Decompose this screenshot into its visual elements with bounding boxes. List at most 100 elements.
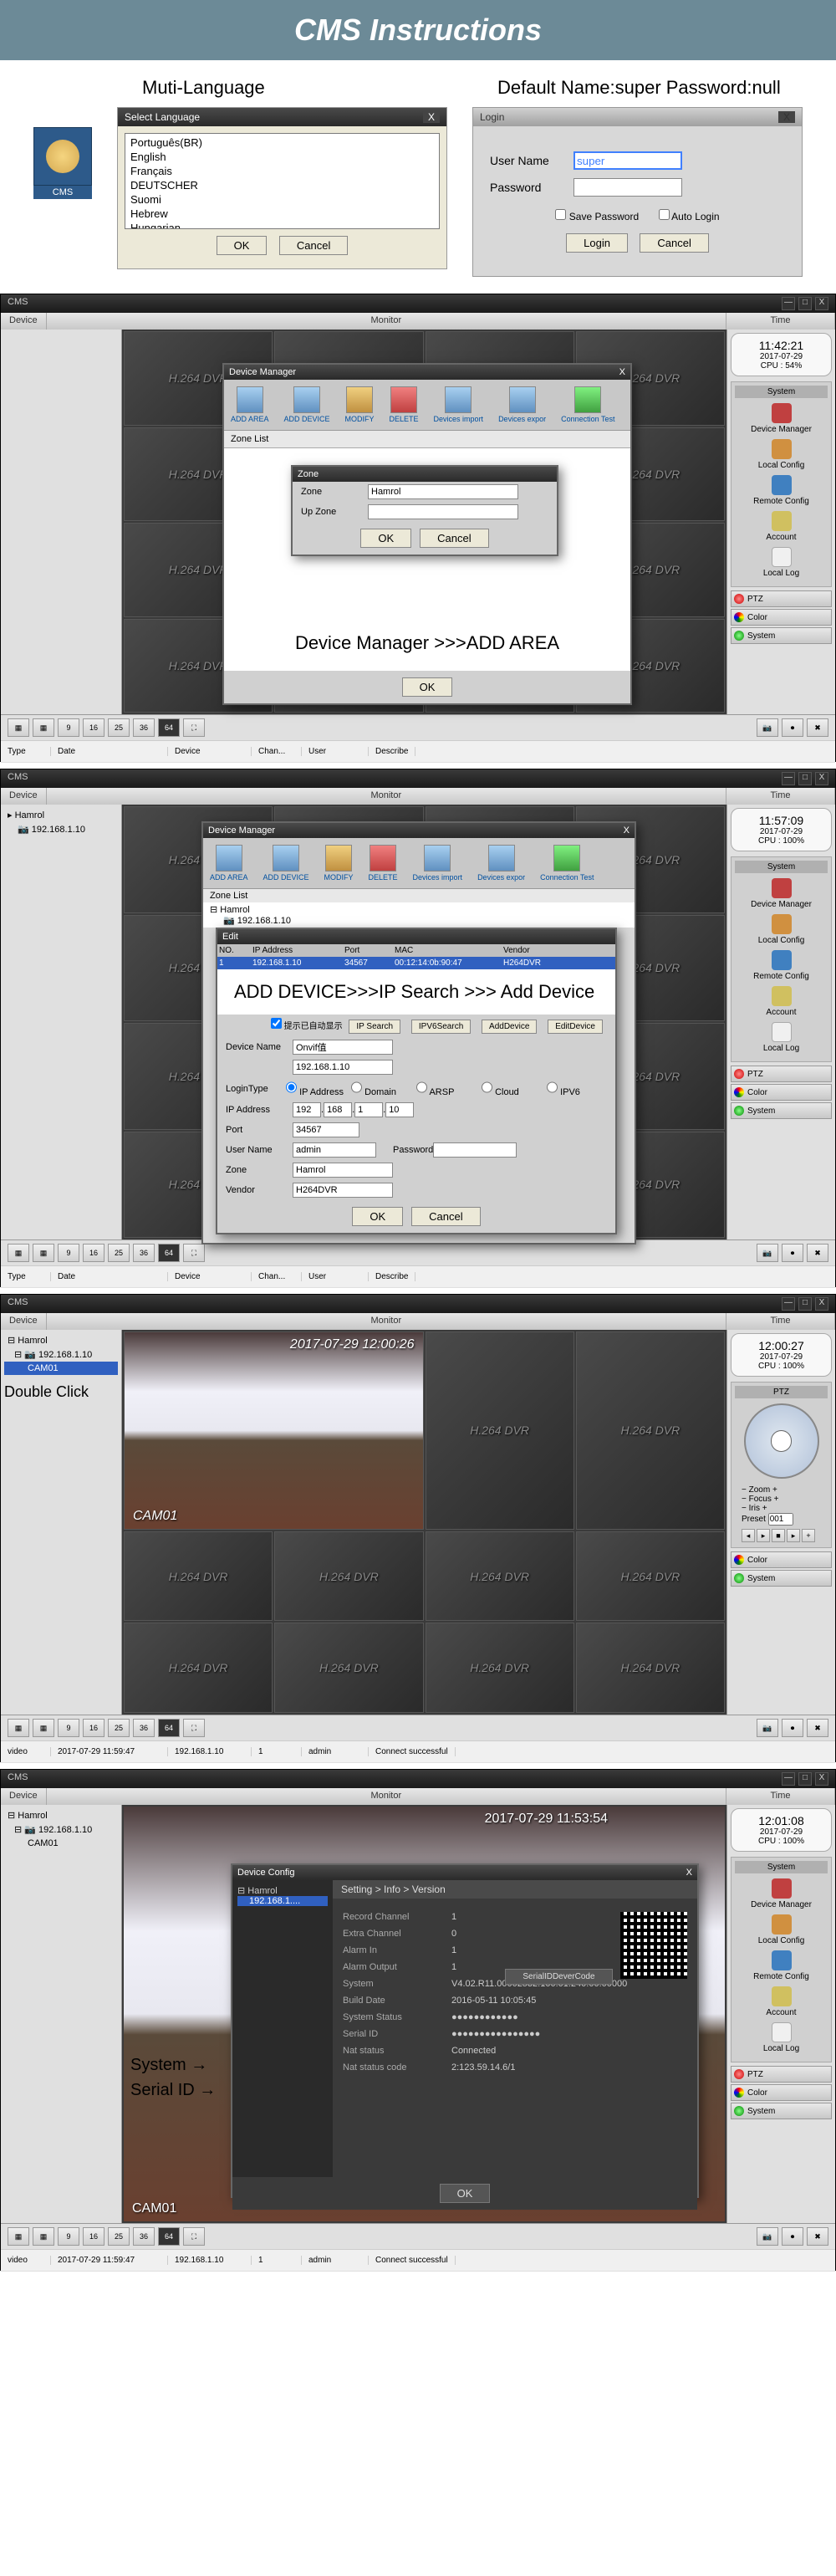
snapshot-icon[interactable]: 📷	[757, 1719, 778, 1737]
record-icon[interactable]: ⏺	[782, 1244, 803, 1262]
device-tree[interactable]: ⊟ Hamrol ⊟ 📷 192.168.1.10 CAM01	[1, 1805, 122, 2223]
tree-camera[interactable]: CAM01	[4, 1837, 118, 1850]
tab-monitor[interactable]: Monitor	[47, 1788, 726, 1805]
lang-option[interactable]: DEUTSCHER	[127, 178, 437, 192]
layout-btn[interactable]: 9	[58, 718, 79, 737]
layout-btn[interactable]: 25	[108, 2227, 130, 2246]
layout-btn[interactable]: 36	[133, 1719, 155, 1737]
lang-option[interactable]: Hebrew	[127, 207, 437, 221]
snapshot-icon[interactable]: 📷	[757, 718, 778, 737]
color-tab[interactable]: Color	[731, 609, 832, 626]
close-icon[interactable]: X	[815, 1772, 828, 1786]
username-input[interactable]	[573, 151, 682, 170]
layout-btn[interactable]: ▦	[8, 718, 29, 737]
ptz-center-icon[interactable]	[771, 1430, 793, 1452]
layout-btn[interactable]: 9	[58, 2227, 79, 2246]
system-tab[interactable]: System	[731, 627, 832, 644]
ok-button[interactable]: OK	[402, 677, 453, 697]
ip-octet[interactable]	[354, 1102, 383, 1117]
ptz-btn[interactable]: ▸	[787, 1529, 800, 1542]
remote-config-link[interactable]: Remote Config	[735, 1950, 828, 1981]
save-password-checkbox[interactable]: Save Password	[555, 211, 639, 222]
maximize-icon[interactable]: □	[798, 772, 812, 785]
import-button[interactable]: Devices import	[413, 845, 463, 882]
cfg-tree-zone[interactable]: Hamrol	[247, 1886, 277, 1896]
radio-ipv6[interactable]: IPV6	[547, 1080, 607, 1097]
local-log-link[interactable]: Local Log	[735, 547, 828, 578]
close-icon[interactable]: X	[778, 111, 795, 123]
pwd-input[interactable]	[433, 1142, 517, 1158]
minimize-icon[interactable]: —	[782, 1297, 795, 1311]
radio-arsp[interactable]: ARSP	[416, 1080, 477, 1097]
device-tree[interactable]: ▸ Hamrol 📷 192.168.1.10	[1, 805, 122, 1239]
close-icon[interactable]: X	[815, 297, 828, 310]
ptz-dpad[interactable]	[744, 1403, 819, 1479]
cfg-tree-device-selected[interactable]: 192.168.1....	[237, 1896, 328, 1906]
layout-btn[interactable]: ▦	[33, 1244, 54, 1262]
lang-option[interactable]: Português(BR)	[127, 135, 437, 150]
video-cell[interactable]: H.264 DVR	[124, 1623, 273, 1713]
fullscreen-icon[interactable]: ⛶	[183, 1719, 205, 1737]
radio-cloud[interactable]: Cloud	[482, 1080, 542, 1097]
video-cell[interactable]: H.264 DVR	[426, 1531, 574, 1622]
maximize-icon[interactable]: □	[798, 297, 812, 310]
stop-icon[interactable]: ✖	[807, 718, 828, 737]
language-list[interactable]: Português(BR) English Français DEUTSCHER…	[125, 133, 440, 229]
close-icon[interactable]: X	[815, 1297, 828, 1311]
local-config-link[interactable]: Local Config	[735, 914, 828, 945]
vendor-select[interactable]	[293, 1183, 393, 1198]
add-area-button[interactable]: ADD AREA	[210, 845, 248, 882]
account-link[interactable]: Account	[735, 511, 828, 542]
color-tab[interactable]: Color	[731, 1551, 832, 1568]
close-icon[interactable]: X	[686, 1868, 692, 1878]
minimize-icon[interactable]: —	[782, 1772, 795, 1786]
record-icon[interactable]: ⏺	[782, 718, 803, 737]
tab-device[interactable]: Device	[1, 788, 47, 805]
export-button[interactable]: Devices expor	[498, 386, 546, 423]
tree-device[interactable]: 192.168.1.10	[38, 1350, 92, 1360]
preset-input[interactable]	[768, 1513, 793, 1526]
layout-btn[interactable]: ▦	[8, 1244, 29, 1262]
zoom-control[interactable]: − Zoom +	[742, 1485, 821, 1495]
color-tab[interactable]: Color	[731, 1084, 832, 1101]
color-tab[interactable]: Color	[731, 2084, 832, 2101]
remote-config-link[interactable]: Remote Config	[735, 475, 828, 506]
layout-btn[interactable]: 9	[58, 1244, 79, 1262]
ptz-btn[interactable]: ◂	[742, 1529, 755, 1542]
layout-btn[interactable]: 25	[108, 1244, 130, 1262]
device-manager-link[interactable]: Device Manager	[735, 403, 828, 434]
layout-btn[interactable]: 36	[133, 1244, 155, 1262]
ptz-btn[interactable]: ▸	[757, 1529, 770, 1542]
layout-btn[interactable]: 16	[83, 1719, 104, 1737]
layout-btn[interactable]: 25	[108, 1719, 130, 1737]
local-config-link[interactable]: Local Config	[735, 1914, 828, 1945]
video-cell[interactable]: H.264 DVR	[274, 1531, 423, 1622]
password-input[interactable]	[573, 178, 682, 197]
delete-button[interactable]: DELETE	[390, 386, 419, 423]
layout-btn-active[interactable]: 64	[158, 2227, 180, 2246]
zone-select[interactable]	[293, 1163, 393, 1178]
ptz-tab[interactable]: PTZ	[731, 1066, 832, 1082]
device-row[interactable]: 1192.168.1.103456700:12:14:0b:90:47H264D…	[217, 957, 615, 969]
tree-device[interactable]: 192.168.1.10	[38, 1825, 92, 1835]
import-button[interactable]: Devices import	[434, 386, 484, 423]
delete-button[interactable]: DELETE	[369, 845, 398, 882]
layout-btn[interactable]: 36	[133, 718, 155, 737]
cancel-button[interactable]: Cancel	[420, 529, 488, 548]
close-icon[interactable]: X	[619, 367, 625, 377]
ip-octet[interactable]	[385, 1102, 414, 1117]
radio-domain[interactable]: Domain	[351, 1080, 411, 1097]
close-icon[interactable]: X	[624, 825, 630, 836]
system-tab[interactable]: System	[731, 1102, 832, 1119]
tab-device[interactable]: Device	[1, 313, 47, 330]
video-cell[interactable]: H.264 DVR	[426, 1623, 574, 1713]
tree-zone[interactable]: ⊟ Hamrol	[210, 904, 628, 915]
ip-octet[interactable]	[324, 1102, 352, 1117]
account-link[interactable]: Account	[735, 986, 828, 1017]
export-button[interactable]: Devices expor	[477, 845, 525, 882]
local-log-link[interactable]: Local Log	[735, 2022, 828, 2053]
add-device-button[interactable]: AddDevice	[482, 1020, 537, 1034]
edit-device-button[interactable]: EditDevice	[548, 1020, 603, 1034]
video-cell[interactable]: H.264 DVR	[274, 1623, 423, 1713]
video-cell[interactable]: H.264 DVR	[576, 1623, 725, 1713]
